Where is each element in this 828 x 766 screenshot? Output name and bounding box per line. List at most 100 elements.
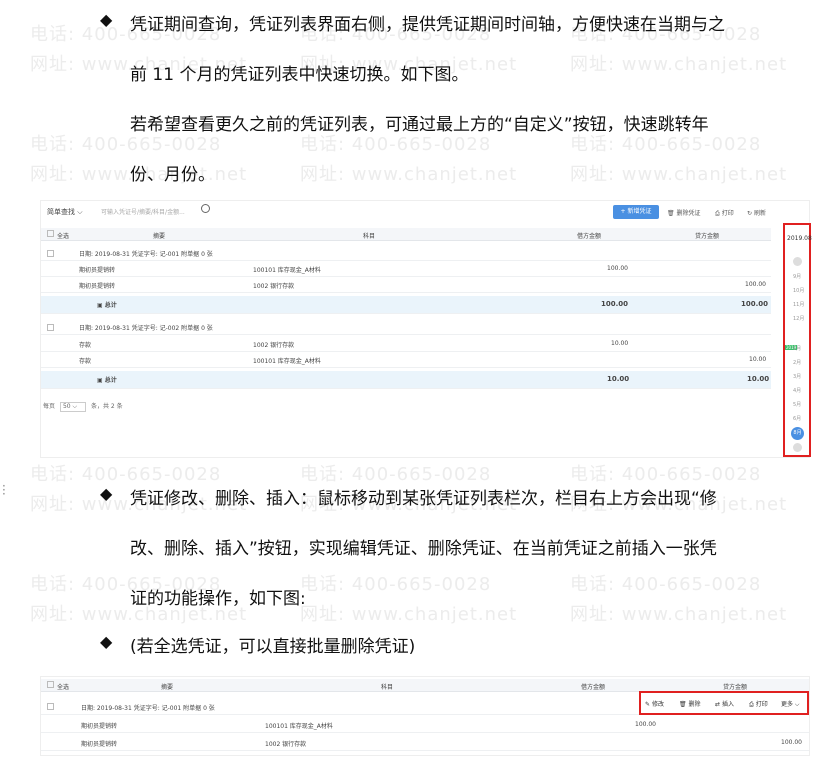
total-label: ▣ 总计 [97, 377, 117, 384]
cell-summary: 期初员提销转 [81, 741, 118, 748]
cell-account: 1002 银行存款 [253, 342, 295, 349]
total-row: ▣ 总计 10.00 10.00 [41, 371, 771, 389]
period-timeline: 2019.08 9月 10月 11月 12月 2019 1月 2月 3月 4月 … [783, 223, 812, 457]
table-row[interactable]: 存款 100101 库存现金_A材料 10.00 [41, 354, 771, 368]
voucher-header-row[interactable]: 日期: 2019-08-31 凭证字号: 记-001 附单据 0 张 [41, 247, 771, 261]
refresh-button[interactable]: ↻ 刷新 [747, 208, 766, 217]
watermark-phone: 电话: 400-665-0028 [30, 464, 222, 485]
select-all-checkbox[interactable] [47, 681, 54, 688]
watermark-site: 网址: www.chanjet.net [300, 604, 518, 625]
timeline-month[interactable]: 4月 [793, 387, 801, 394]
bullet-diamond: ◆ [100, 10, 113, 29]
table-row[interactable]: 期初员提销转 100101 库存现金_A材料 100.00 [41, 717, 809, 733]
table-header: 全选 摘要 科目 借方金额 贷方金额 [41, 228, 771, 241]
cell-account: 1002 银行存款 [253, 283, 295, 290]
total-label: ▣ 总计 [97, 302, 117, 309]
bullet1-line4: 份、月份。 [130, 165, 215, 185]
bullet3-line1: (若全选凭证，可以直接批量删除凭证) [130, 637, 416, 657]
voucher-list-screenshot: 简单查找 ⌵ 可输入凭证号/摘要/科目/金额... + 新增凭证 🗑 删除凭证 … [40, 200, 812, 458]
total-row: ▣ 总计 100.00 100.00 [41, 296, 771, 314]
bullet2-line3: 证的功能操作，如下图: [130, 589, 306, 609]
select-all-checkbox[interactable] [47, 230, 54, 237]
cell-account: 100101 库存现金_A材料 [265, 723, 333, 730]
pager-prefix: 每页 [43, 403, 56, 410]
bullet-diamond: ◆ [100, 632, 113, 651]
row-checkbox[interactable] [47, 250, 54, 257]
timeline-month[interactable]: 10月 [793, 287, 804, 294]
bullet2-line1: 凭证修改、删除、插入：鼠标移动到某张凭证列表栏次，栏目右上方会出现“修 [130, 489, 717, 509]
new-voucher-button[interactable]: + 新增凭证 [613, 205, 659, 219]
header-credit: 贷方金额 [723, 684, 748, 691]
table-row[interactable]: 期初员提销转 1002 银行存款 100.00 [41, 735, 809, 751]
page-size-select[interactable]: 50 ⌵ [59, 402, 87, 412]
row-checkbox[interactable] [47, 324, 54, 331]
voucher-actions-screenshot: 全选 摘要 科目 借方金额 贷方金额 日期: 2019-08-31 凭证字号: … [40, 676, 810, 756]
watermark-phone: 电话: 400-665-0028 [300, 574, 492, 595]
watermark-phone: 电话: 400-665-0028 [570, 464, 762, 485]
timeline-up-icon[interactable] [793, 257, 802, 266]
timeline-month[interactable]: 9月 [793, 273, 801, 280]
header-summary: 摘要 [153, 233, 166, 240]
print-button[interactable]: ⎙ 打印 [749, 699, 768, 709]
timeline-month[interactable]: 3月 [793, 373, 801, 380]
bullet2-line2: 改、删除、插入”按钮，实现编辑凭证、删除凭证、在当前凭证之前插入一张凭 [130, 539, 717, 559]
search-icon[interactable] [201, 204, 210, 213]
header-select-all: 全选 [57, 684, 70, 691]
cell-summary: 存款 [79, 358, 92, 365]
cell-debit: 100.00 [635, 721, 656, 728]
cell-summary: 期初员提销转 [79, 283, 116, 290]
delete-voucher-button[interactable]: 🗑 删除凭证 [667, 208, 701, 217]
more-button[interactable]: 更多 ⌵ [781, 699, 799, 709]
timeline-month[interactable]: 2月 [793, 359, 801, 366]
timeline-down-icon[interactable] [793, 443, 802, 452]
print-button[interactable]: ⎙ 打印 [715, 208, 734, 218]
header-debit: 借方金额 [581, 684, 606, 691]
timeline-active-month[interactable]: 8月 [791, 427, 804, 440]
timeline-month[interactable]: 11月 [793, 301, 804, 308]
bullet1-line2: 前 11 个月的凭证列表中快速切换。如下图。 [130, 65, 469, 85]
cell-summary: 期初员提销转 [79, 267, 116, 274]
cell-credit: 100.00 [745, 281, 766, 288]
cell-summary: 期初员提销转 [81, 723, 118, 730]
watermark-site: 网址: www.chanjet.net [570, 604, 788, 625]
table-row[interactable]: 期初员提销转 1002 银行存款 100.00 [41, 279, 771, 293]
search-input[interactable]: 可输入凭证号/摘要/科目/金额... [101, 207, 185, 216]
voucher-header-row[interactable]: 日期: 2019-08-31 凭证字号: 记-002 附单据 0 张 [41, 321, 771, 335]
timeline-year[interactable]: 2019.08 [787, 235, 812, 242]
pager-suffix: 条，共 2 条 [90, 403, 123, 410]
voucher-info: 日期: 2019-08-31 凭证字号: 记-001 附单据 0 张 [81, 705, 215, 712]
bullet1-line3: 若希望查看更久之前的凭证列表，可通过最上方的“自定义”按钮，快速跳转年 [130, 115, 709, 135]
insert-button[interactable]: ⇄ 插入 [715, 699, 734, 708]
pagination: 每页 50 ⌵ 条，共 2 条 [43, 401, 123, 412]
row-checkbox[interactable] [47, 703, 54, 710]
total-debit: 100.00 [601, 300, 629, 308]
cell-debit: 100.00 [607, 265, 628, 272]
header-debit: 借方金额 [577, 233, 602, 240]
header-summary: 摘要 [161, 684, 174, 691]
total-debit: 10.00 [607, 375, 630, 383]
table-row[interactable]: 存款 1002 银行存款 10.00 [41, 338, 771, 352]
header-account: 科目 [363, 233, 376, 240]
watermark-phone: 电话: 400-665-0028 [570, 574, 762, 595]
timeline-month[interactable]: 1月 [793, 345, 801, 352]
filter-select[interactable]: 简单查找 ⌵ [47, 207, 83, 217]
edit-button[interactable]: ✎ 修改 [645, 699, 664, 708]
header-credit: 贷方金额 [695, 233, 720, 240]
timeline-month[interactable]: 6月 [793, 415, 801, 422]
cell-summary: 存款 [79, 342, 92, 349]
header-select-all: 全选 [57, 233, 70, 240]
voucher-info: 日期: 2019-08-31 凭证字号: 记-002 附单据 0 张 [79, 325, 213, 332]
bullet-diamond: ◆ [100, 484, 113, 503]
cell-credit: 10.00 [749, 356, 767, 363]
bullet1-line1: 凭证期间查询，凭证列表界面右侧，提供凭证期间时间轴，方便快速在当期与之 [130, 15, 725, 35]
cell-debit: 10.00 [611, 340, 629, 347]
timeline-month[interactable]: 12月 [793, 315, 804, 322]
drag-handle-icon[interactable]: · · · [2, 480, 6, 500]
voucher-info: 日期: 2019-08-31 凭证字号: 记-001 附单据 0 张 [79, 251, 213, 258]
delete-button[interactable]: 🗑 删除 [679, 699, 701, 708]
watermark-site: 网址: www.chanjet.net [300, 164, 518, 185]
timeline-month[interactable]: 5月 [793, 401, 801, 408]
watermark-site: 网址: www.chanjet.net [570, 164, 788, 185]
table-row[interactable]: 期初员提销转 100101 库存现金_A材料 100.00 [41, 263, 771, 277]
header-account: 科目 [381, 684, 394, 691]
